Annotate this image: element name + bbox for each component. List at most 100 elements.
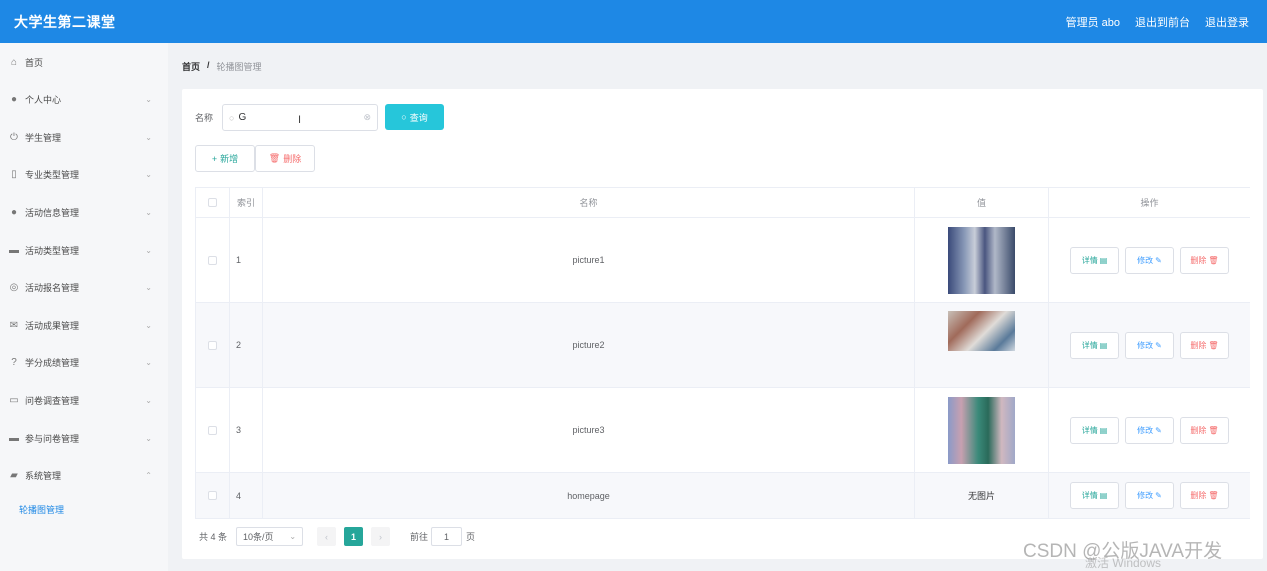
pencil-icon: ✎ xyxy=(1155,491,1162,500)
delete-label: 删除 xyxy=(1190,425,1207,435)
thumbnail-image[interactable] xyxy=(948,396,1015,464)
thumbnail-image[interactable] xyxy=(948,311,1015,351)
delete-button[interactable]: 删除 🗑 xyxy=(1180,331,1229,359)
breadcrumb-home[interactable]: 首页 xyxy=(182,60,200,73)
sidebar-item-label: 学生管理 xyxy=(25,132,62,143)
row-checkbox[interactable] xyxy=(208,340,217,350)
search-field[interactable] xyxy=(238,112,351,123)
sidebar-item-system[interactable]: ▰ 系统管理 ⌃ xyxy=(0,457,168,495)
sidebar-item-activity-results[interactable]: ✉ 活动成果管理 ⌄ xyxy=(0,307,168,345)
thumbnail-image[interactable] xyxy=(948,226,1015,294)
header-ops: 操作 xyxy=(1140,198,1159,208)
cell-value xyxy=(915,303,1049,387)
row-checkbox[interactable] xyxy=(208,255,217,265)
chevron-down-icon: ⌄ xyxy=(145,170,152,180)
breadcrumb-current: 轮播图管理 xyxy=(216,62,262,72)
page-size-select[interactable]: 10条/页 ⌄ xyxy=(236,527,304,546)
sidebar-item-credit-scores[interactable]: ? 学分成绩管理 ⌄ xyxy=(0,344,168,382)
sidebar-item-personal-center[interactable]: ● 个人中心 ⌄ xyxy=(0,81,168,119)
trash-icon: 🗑 xyxy=(268,153,281,163)
sidebar-item-activity-signup[interactable]: ◎ 活动报名管理 ⌄ xyxy=(0,269,168,307)
plus-icon: + xyxy=(211,153,218,164)
detail-label: 详情 xyxy=(1081,425,1098,435)
sidebar-item-label: 个人中心 xyxy=(25,95,62,106)
cell-ops: 详情 ▤ 修改 ✎ 删除 🗑 xyxy=(1049,473,1250,518)
delete-label: 删除 xyxy=(1190,255,1207,265)
sidebar-item-label: 首页 xyxy=(25,57,44,68)
chevron-down-icon: ⌄ xyxy=(289,532,297,541)
cell-value xyxy=(915,388,1049,472)
row-checkbox-cell xyxy=(196,473,230,518)
query-button[interactable]: ○ 查询 xyxy=(385,104,444,130)
pencil-icon: ✎ xyxy=(1155,255,1162,265)
sidebar-item-label: 活动类型管理 xyxy=(25,245,80,256)
chevron-down-icon: ⌄ xyxy=(145,396,152,406)
chevron-down-icon: ⌄ xyxy=(145,320,152,330)
row-checkbox[interactable] xyxy=(208,425,217,435)
edit-button[interactable]: 修改 ✎ xyxy=(1125,331,1174,359)
logout-link[interactable]: 退出登录 xyxy=(1205,14,1249,30)
page-number-button[interactable]: 1 xyxy=(344,527,364,546)
add-button[interactable]: + 新增 xyxy=(195,145,255,172)
sidebar-item-label: 学分成绩管理 xyxy=(25,358,80,369)
edit-button[interactable]: 修改 ✎ xyxy=(1125,246,1174,274)
pagination: 共 4 条 10条/页 ⌄ ‹ 1 › 前往 1 页 xyxy=(199,527,475,546)
batch-delete-button[interactable]: 🗑 删除 xyxy=(255,145,315,172)
sidebar-item-activity-types[interactable]: ▬ 活动类型管理 ⌄ xyxy=(0,231,168,269)
edit-button[interactable]: 修改 ✎ xyxy=(1125,416,1174,444)
detail-button[interactable]: 详情 ▤ xyxy=(1070,416,1119,444)
sidebar-subitem-carousel[interactable]: 轮播图管理 xyxy=(0,495,168,525)
globe-icon: ◎ xyxy=(9,282,19,294)
sidebar-item-major-types[interactable]: ▯ 专业类型管理 ⌄ xyxy=(0,156,168,194)
delete-button[interactable]: 删除 🗑 xyxy=(1180,416,1229,444)
power-icon: ⏻ xyxy=(10,131,18,143)
chevron-down-icon: ⌄ xyxy=(145,132,152,142)
document-icon: ▤ xyxy=(1099,425,1108,435)
next-page-button[interactable]: › xyxy=(371,527,391,546)
cell-ops: 详情 ▤ 修改 ✎ 删除 🗑 xyxy=(1049,303,1250,387)
admin-user-link[interactable]: 管理员 abo xyxy=(1066,14,1120,30)
delete-button[interactable]: 删除 🗑 xyxy=(1180,482,1229,509)
row-checkbox[interactable] xyxy=(208,491,217,500)
page-unit-label: 页 xyxy=(466,532,476,542)
edit-label: 修改 xyxy=(1137,491,1154,500)
detail-button[interactable]: 详情 ▤ xyxy=(1070,331,1119,359)
chevron-down-icon: ⌄ xyxy=(145,433,152,443)
search-icon: ○ xyxy=(229,112,235,123)
cell-value: 无图片 xyxy=(915,473,1049,518)
sidebar-item-label: 活动成果管理 xyxy=(25,320,80,331)
chevron-down-icon: ⌄ xyxy=(145,245,152,255)
document-icon: ▤ xyxy=(1099,491,1108,500)
detail-button[interactable]: 详情 ▤ xyxy=(1070,482,1119,509)
prev-page-button[interactable]: ‹ xyxy=(317,527,337,546)
sidebar-item-survey-participation[interactable]: ▬ 参与问卷管理 ⌄ xyxy=(0,419,168,457)
sidebar-item-surveys[interactable]: ▭ 问卷调查管理 ⌄ xyxy=(0,382,168,420)
trash-icon: 🗑 xyxy=(1208,491,1219,500)
delete-button-label: 删除 xyxy=(283,154,302,164)
row-checkbox-cell xyxy=(196,218,230,302)
pencil-icon: ✎ xyxy=(1155,425,1162,435)
select-all-checkbox[interactable] xyxy=(208,198,217,207)
edit-button[interactable]: 修改 ✎ xyxy=(1125,482,1174,509)
mail-icon: ✉ xyxy=(9,319,19,331)
sidebar-item-students[interactable]: ⏻ 学生管理 ⌄ xyxy=(0,119,168,157)
table-row: 4 homepage 无图片 详情 ▤ 修改 ✎ 删除 🗑 xyxy=(196,473,1250,519)
search-label: 名称 xyxy=(195,113,214,123)
goto-page-input[interactable]: 1 xyxy=(431,527,463,546)
delete-label: 删除 xyxy=(1190,491,1207,500)
edit-label: 修改 xyxy=(1137,255,1154,265)
top-links: 管理员 abo 退出到前台 退出登录 xyxy=(1066,14,1249,30)
delete-button[interactable]: 删除 🗑 xyxy=(1180,246,1229,274)
clear-icon[interactable]: ⊗ xyxy=(363,112,371,123)
chat-icon: ▬ xyxy=(9,244,19,256)
back-to-front-link[interactable]: 退出到前台 xyxy=(1135,14,1190,30)
sidebar-item-label: 活动信息管理 xyxy=(25,208,80,219)
chevron-down-icon: ⌄ xyxy=(145,208,152,218)
cell-index: 1 xyxy=(230,218,263,302)
detail-button[interactable]: 详情 ▤ xyxy=(1070,246,1119,274)
sidebar-item-activity-info[interactable]: ● 活动信息管理 ⌄ xyxy=(0,194,168,232)
sidebar-item-label: 活动报名管理 xyxy=(25,283,80,294)
sidebar-item-home[interactable]: ⌂ 首页 xyxy=(0,43,168,81)
row-checkbox-cell xyxy=(196,303,230,387)
cell-name: picture3 xyxy=(263,388,915,472)
